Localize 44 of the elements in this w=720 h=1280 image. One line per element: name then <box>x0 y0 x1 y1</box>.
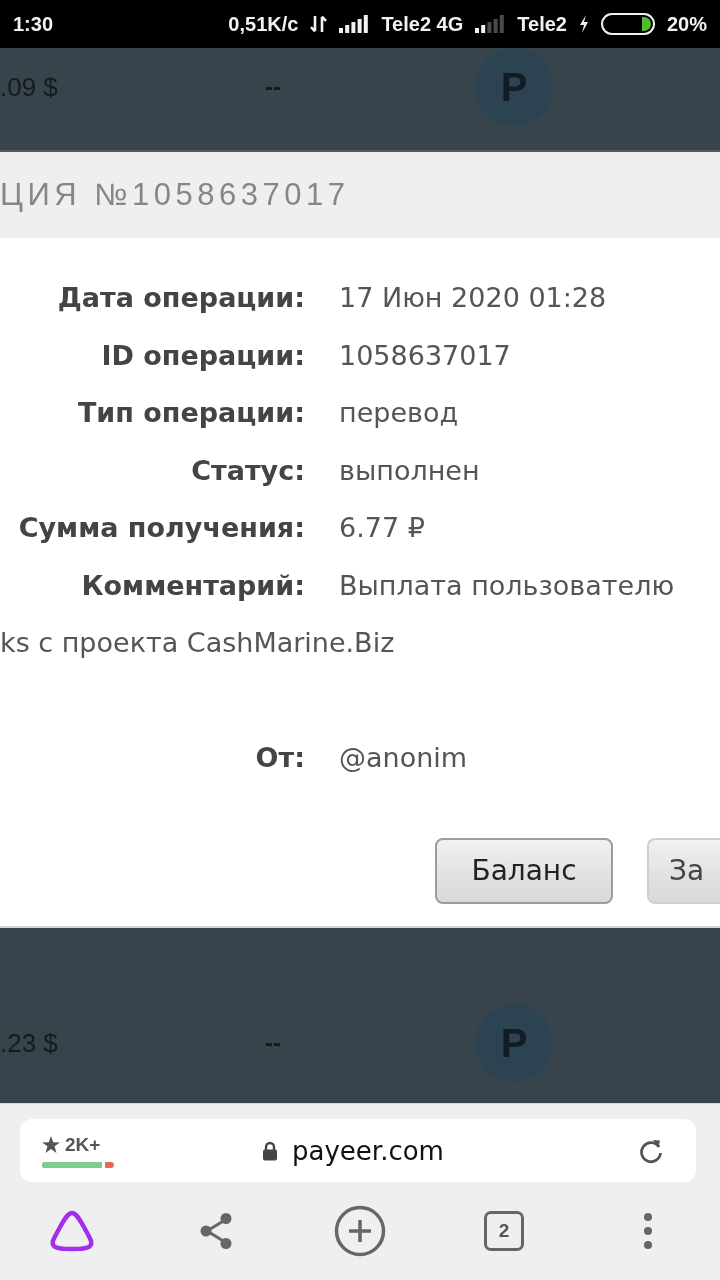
field-value: Выплата пользователю <box>339 568 675 603</box>
dash-text: -- <box>265 1029 281 1057</box>
tabs-button[interactable]: 2 <box>484 1211 524 1251</box>
new-tab-button[interactable] <box>334 1205 386 1257</box>
field-value: ks с проекта CashMarine.Biz <box>0 626 396 660</box>
share-icon <box>199 1212 233 1250</box>
signal-icon <box>475 15 506 33</box>
bolt-icon <box>578 15 589 33</box>
field-label: От: <box>255 741 305 775</box>
field-value: 17 Июн 2020 01:28 <box>339 281 607 315</box>
clock-time: 1:30 <box>13 12 54 36</box>
rating-count: 2K+ <box>65 1133 101 1156</box>
star-icon <box>42 1136 60 1153</box>
data-arrows-icon <box>310 14 328 34</box>
network-speed: 0,51K/с <box>228 12 299 36</box>
share-button[interactable] <box>199 1212 233 1250</box>
field-value: @anonim <box>339 741 468 775</box>
battery-icon <box>600 13 655 35</box>
field-label: ID операции: <box>101 338 305 373</box>
more-icon <box>643 1212 653 1250</box>
plus-circle-icon <box>334 1205 386 1257</box>
menu-button[interactable] <box>643 1212 653 1250</box>
field-label: Дата операции: <box>57 281 305 315</box>
carrier-name: Tele2 4G <box>381 12 464 36</box>
battery-percent: 20% <box>666 12 707 36</box>
dialog-button[interactable]: За <box>647 837 720 904</box>
field-value: 6.77 ₽ <box>339 511 425 545</box>
balance-button[interactable]: Баланс <box>435 837 613 904</box>
assistant-button[interactable] <box>49 1210 95 1252</box>
field-value: перевод <box>339 396 459 430</box>
carrier-name: Tele2 <box>517 12 567 36</box>
field-label: Статус: <box>191 453 305 488</box>
field-value: 1058637017 <box>339 338 511 373</box>
rounded-triangle-icon <box>49 1210 95 1252</box>
address-bar[interactable]: 2K+ payeer.com <box>20 1119 696 1182</box>
field-label: Сумма получения: <box>18 511 305 545</box>
field-label: Комментарий: <box>81 568 305 603</box>
url-text[interactable]: payeer.com <box>292 1135 444 1166</box>
signal-icon <box>339 15 370 33</box>
dialog-title: ЦИЯ №1058637017 <box>0 177 350 213</box>
field-label: Тип операции: <box>77 396 305 430</box>
dash-text: -- <box>265 73 281 101</box>
field-value: выполнен <box>339 453 480 488</box>
lock-icon <box>262 1140 279 1161</box>
